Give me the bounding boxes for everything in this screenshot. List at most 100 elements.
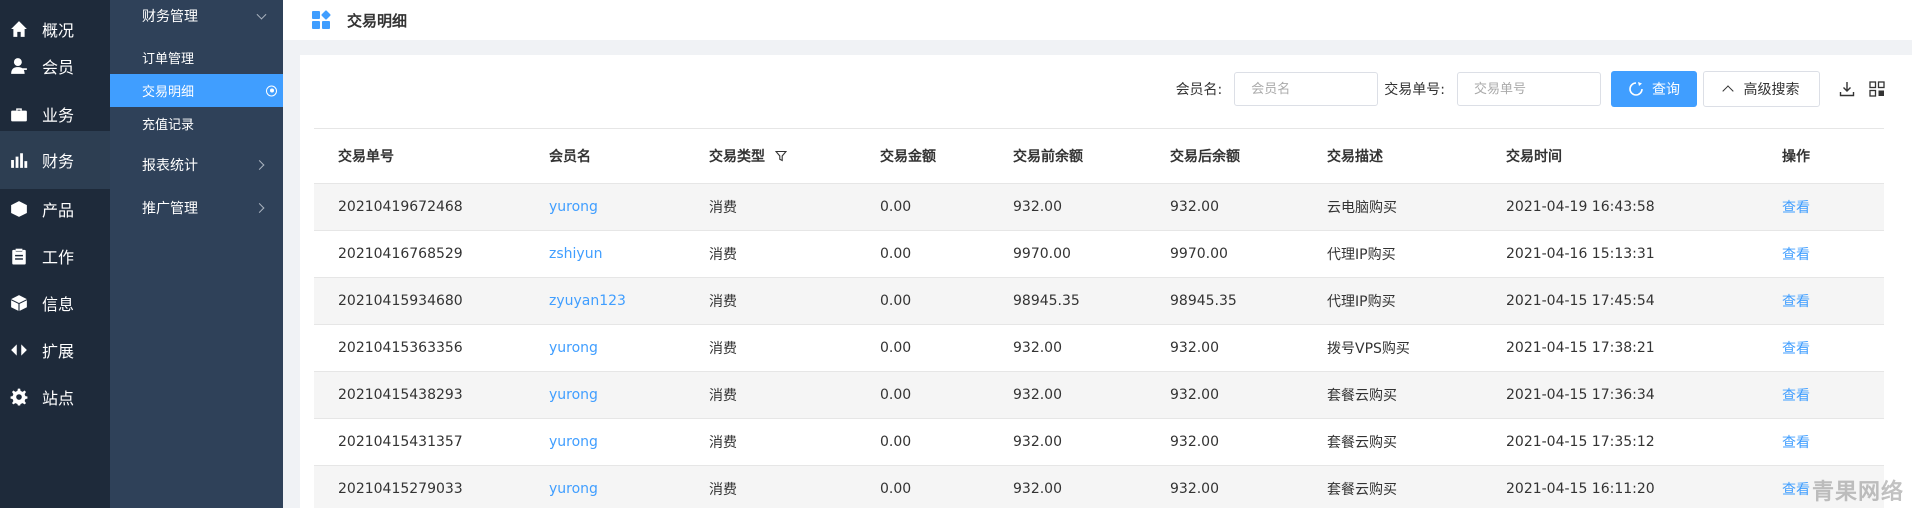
- desc-cell: 套餐云购买: [1327, 371, 1506, 419]
- home-icon: [10, 20, 28, 38]
- refresh-icon: [1629, 82, 1643, 96]
- member-cell: zyuyan123: [549, 277, 709, 325]
- type-cell: 消费: [709, 371, 880, 419]
- finance-chart-icon: [10, 151, 28, 169]
- before-balance-cell: 932.00: [1013, 418, 1170, 466]
- nav-label: 工作: [42, 247, 75, 267]
- sub-item-recharge[interactable]: 充值记录: [110, 107, 283, 140]
- query-label: 查询: [1652, 82, 1680, 98]
- download-icon[interactable]: [1838, 80, 1856, 98]
- time-cell: 2021-04-15 16:11:20: [1506, 465, 1782, 508]
- action-cell: 查看: [1782, 230, 1884, 278]
- amount-cell: 0.00: [880, 465, 1013, 508]
- txn-search-input[interactable]: [1457, 72, 1601, 106]
- sub-item-label: 交易明细: [142, 85, 195, 100]
- view-link[interactable]: 查看: [1782, 294, 1810, 310]
- type-cell: 消费: [709, 324, 880, 372]
- time-cell: 2021-04-15 17:45:54: [1506, 277, 1782, 325]
- query-button[interactable]: 查询: [1611, 71, 1697, 107]
- member-cell: yurong: [549, 418, 709, 466]
- nav-label: 站点: [42, 388, 75, 408]
- member-link[interactable]: zyuyan123: [549, 293, 626, 309]
- column-header: 交易时间: [1506, 128, 1782, 184]
- before-balance-cell: 932.00: [1013, 183, 1170, 231]
- member-cell: zshiyun: [549, 230, 709, 278]
- view-link[interactable]: 查看: [1782, 247, 1810, 263]
- view-link[interactable]: 查看: [1782, 388, 1810, 404]
- sub-group-label: 财务管理: [142, 9, 198, 25]
- desc-cell: 套餐云购买: [1327, 465, 1506, 508]
- table-row: 20210415431357 yurong 消费 0.00 932.00 932…: [314, 418, 1884, 466]
- table-row: 20210415279033 yurong 消费 0.00 932.00 932…: [314, 465, 1884, 508]
- sub-group-finance-management[interactable]: 财务管理: [110, 0, 283, 32]
- sub-nav: 财务管理 订单管理 交易明细 充值记录 报表统计 推广管理: [110, 0, 283, 508]
- member-link[interactable]: yurong: [549, 340, 598, 356]
- desc-cell: 拨号VPS购买: [1327, 324, 1506, 372]
- sub-group-reports[interactable]: 报表统计: [110, 143, 283, 186]
- action-cell: 查看: [1782, 324, 1884, 372]
- cube-icon: [10, 200, 28, 218]
- type-cell: 消费: [709, 230, 880, 278]
- column-header: 交易描述: [1327, 128, 1506, 184]
- amount-cell: 0.00: [880, 371, 1013, 419]
- amount-cell: 0.00: [880, 230, 1013, 278]
- action-cell: 查看: [1782, 418, 1884, 466]
- sub-item-orders[interactable]: 订单管理: [110, 41, 283, 74]
- member-search-input[interactable]: [1234, 72, 1379, 106]
- member-link[interactable]: yurong: [549, 387, 598, 403]
- view-link[interactable]: 查看: [1782, 200, 1810, 216]
- after-balance-cell: 932.00: [1170, 371, 1327, 419]
- grid-view-icon[interactable]: [1868, 80, 1886, 98]
- member-cell: yurong: [549, 183, 709, 231]
- txn-id-cell: 20210416768529: [314, 230, 549, 278]
- column-header: 操作: [1782, 128, 1884, 184]
- after-balance-cell: 932.00: [1170, 183, 1327, 231]
- user-icon: [10, 57, 28, 75]
- column-header: 交易金额: [880, 128, 1013, 184]
- desc-cell: 代理IP购买: [1327, 277, 1506, 325]
- amount-cell: 0.00: [880, 324, 1013, 372]
- type-cell: 消费: [709, 418, 880, 466]
- time-cell: 2021-04-15 17:36:34: [1506, 371, 1782, 419]
- txn-id-cell: 20210415363356: [314, 324, 549, 372]
- nav-label: 财务: [42, 151, 75, 171]
- column-header: 交易后余额: [1170, 128, 1327, 184]
- time-cell: 2021-04-15 17:38:21: [1506, 324, 1782, 372]
- page-header: 交易明细: [283, 0, 1912, 40]
- nav-item-site[interactable]: 站点: [0, 368, 110, 426]
- watermark: 青果网络: [1811, 480, 1904, 505]
- active-radio-icon: [266, 85, 277, 96]
- view-link[interactable]: 查看: [1782, 482, 1810, 498]
- amount-cell: 0.00: [880, 277, 1013, 325]
- member-link[interactable]: yurong: [549, 434, 598, 450]
- filter-icon[interactable]: [775, 150, 787, 162]
- sub-group-label: 推广管理: [142, 200, 198, 217]
- column-header-type[interactable]: 交易类型: [709, 128, 880, 184]
- transaction-table: 交易单号 会员名 交易类型 交易金额 交易前余额 交易后余额 交易描述 交易时间…: [314, 128, 1884, 508]
- nav-label: 业务: [42, 105, 75, 125]
- chevron-down-icon: [256, 9, 267, 20]
- txn-id-cell: 20210415431357: [314, 418, 549, 466]
- dashboard-grid-icon: [311, 10, 331, 30]
- sub-group-promotion[interactable]: 推广管理: [110, 186, 283, 229]
- gear-icon: [10, 388, 28, 406]
- sub-item-transactions[interactable]: 交易明细: [110, 74, 283, 107]
- column-header: 交易前余额: [1013, 128, 1170, 184]
- before-balance-cell: 932.00: [1013, 324, 1170, 372]
- amount-cell: 0.00: [880, 183, 1013, 231]
- member-link[interactable]: yurong: [549, 199, 598, 215]
- desc-cell: 套餐云购买: [1327, 418, 1506, 466]
- chevron-up-icon: [1721, 85, 1734, 97]
- code-icon: [10, 341, 28, 359]
- table-row: 20210415934680 zyuyan123 消费 0.00 98945.3…: [314, 277, 1884, 325]
- before-balance-cell: 9970.00: [1013, 230, 1170, 278]
- member-link[interactable]: zshiyun: [549, 246, 602, 262]
- after-balance-cell: 98945.35: [1170, 277, 1327, 325]
- member-link[interactable]: yurong: [549, 481, 598, 497]
- view-link[interactable]: 查看: [1782, 341, 1810, 357]
- advanced-search-button[interactable]: 高级搜索: [1703, 71, 1820, 107]
- before-balance-cell: 932.00: [1013, 465, 1170, 508]
- table-row: 20210419672468 yurong 消费 0.00 932.00 932…: [314, 183, 1884, 231]
- main-nav-rail: 概况 会员 业务 财务 产品 工作 信息 扩展 站点: [0, 0, 110, 508]
- view-link[interactable]: 查看: [1782, 435, 1810, 451]
